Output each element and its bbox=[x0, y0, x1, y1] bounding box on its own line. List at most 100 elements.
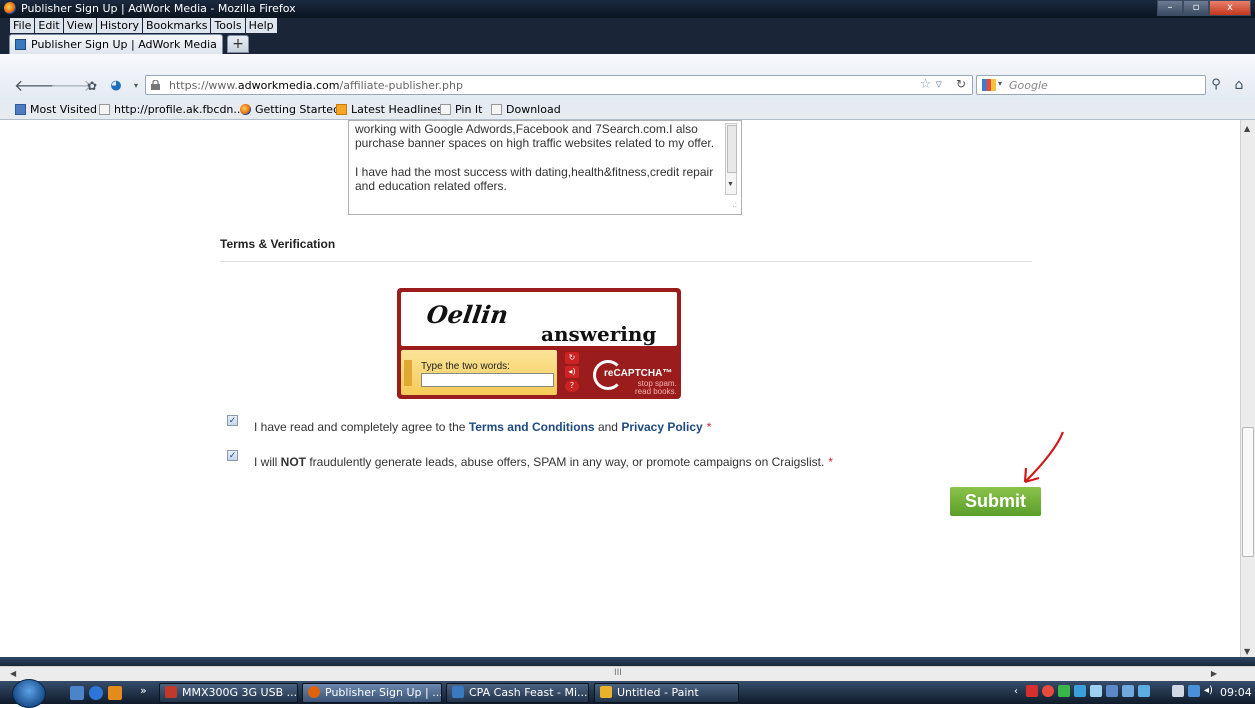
red-arrow-annotation-icon bbox=[1023, 431, 1065, 484]
recaptcha-tagline: stop spam. read books. bbox=[635, 379, 677, 396]
show-desktop-icon[interactable] bbox=[70, 686, 84, 700]
url-text: https://www.adworkmedia.com/affiliate-pu… bbox=[169, 79, 463, 92]
taskbar-item-paint[interactable]: Untitled - Paint bbox=[594, 683, 739, 703]
lock-icon bbox=[151, 80, 160, 90]
url-bar[interactable]: https://www.adworkmedia.com/affiliate-pu… bbox=[145, 75, 973, 95]
menu-tools[interactable]: Tools bbox=[211, 18, 245, 33]
bookmark-pin-icon[interactable]: ✿ bbox=[82, 76, 102, 96]
menu-help[interactable]: Help bbox=[245, 18, 277, 33]
captcha-word-2: answering bbox=[541, 322, 657, 346]
required-marker: * bbox=[828, 455, 833, 469]
search-engine-dropdown-icon[interactable]: ▾ bbox=[998, 79, 1002, 88]
page-icon bbox=[491, 104, 502, 115]
horizontal-scrollbar[interactable]: ◀ III ▶ bbox=[0, 666, 1255, 681]
search-placeholder: Google bbox=[1009, 79, 1048, 92]
submit-button[interactable]: Submit bbox=[950, 487, 1041, 516]
star-icon[interactable]: ☆ ▿ bbox=[920, 77, 942, 92]
captcha-input-panel: Type the two words: bbox=[401, 350, 557, 395]
taskbar-item-firefox[interactable]: Publisher Sign Up | ... bbox=[302, 683, 442, 703]
menu-edit[interactable]: Edit bbox=[35, 18, 63, 33]
media-player-icon[interactable] bbox=[108, 686, 122, 700]
recaptcha-brand: reCAPTCHA™ bbox=[604, 368, 673, 379]
bookmark-fbcdn[interactable]: http://profile.ak.fbcdn... bbox=[99, 103, 244, 116]
windows-taskbar: » MMX300G 3G USB ... Publisher Sign Up |… bbox=[0, 679, 1255, 708]
dropdown-icon[interactable]: ▾ bbox=[126, 76, 146, 96]
reload-icon[interactable]: ↻ bbox=[956, 77, 966, 91]
tray-battery-icon[interactable] bbox=[1172, 685, 1184, 697]
window-title: Publisher Sign Up | AdWork Media - Mozil… bbox=[21, 2, 296, 15]
quick-launch-more-icon[interactable]: » bbox=[140, 684, 147, 697]
window-title-bar: Publisher Sign Up | AdWork Media - Mozil… bbox=[0, 0, 1255, 18]
section-title: Terms & Verification bbox=[220, 237, 336, 251]
resize-grip-icon[interactable]: .: bbox=[733, 198, 737, 212]
firefox-icon bbox=[4, 2, 16, 14]
no-fraud-checkbox[interactable]: ✓ bbox=[227, 450, 238, 461]
help-icon[interactable]: ? bbox=[565, 380, 579, 392]
tab-label: Publisher Sign Up | AdWork Media bbox=[31, 38, 217, 51]
refresh-icon[interactable]: ↻ bbox=[565, 352, 579, 364]
textarea-line: and education related offers. bbox=[355, 179, 507, 193]
app-icon bbox=[165, 686, 177, 698]
google-icon bbox=[982, 79, 996, 91]
promotion-methods-textarea[interactable]: working with Google Adwords,Facebook and… bbox=[348, 120, 742, 215]
new-tab-button[interactable]: + bbox=[227, 35, 249, 53]
textarea-line: purchase banner spaces on high traffic w… bbox=[355, 136, 715, 150]
menu-history[interactable]: History bbox=[96, 18, 142, 33]
privacy-policy-link[interactable]: Privacy Policy bbox=[621, 420, 702, 434]
textarea-scrollbar[interactable]: ▼ bbox=[725, 123, 737, 195]
maximize-button[interactable]: ▫ bbox=[1183, 0, 1209, 16]
bookmark-getting-started[interactable]: Getting Started bbox=[240, 103, 340, 116]
section-divider bbox=[220, 261, 1032, 262]
tray-app-icon[interactable] bbox=[1090, 685, 1102, 697]
tray-network-icon[interactable] bbox=[1188, 685, 1200, 697]
bookmark-latest-headlines[interactable]: Latest Headlines bbox=[336, 103, 443, 116]
taskbar-item-cpa-cash-feast[interactable]: CPA Cash Feast - Mi... bbox=[446, 683, 589, 703]
document-icon bbox=[452, 686, 464, 698]
tray-app-icon[interactable] bbox=[1074, 685, 1086, 697]
menu-bookmarks[interactable]: Bookmarks bbox=[142, 18, 211, 33]
tray-security-icon[interactable] bbox=[1042, 685, 1054, 697]
required-marker: * bbox=[706, 420, 712, 434]
close-button[interactable]: x bbox=[1209, 0, 1251, 16]
bookmark-pin-it[interactable]: Pin It bbox=[440, 103, 482, 116]
menu-view[interactable]: View bbox=[63, 18, 96, 33]
tray-app-icon[interactable] bbox=[1138, 685, 1150, 697]
terms-link[interactable]: Terms and Conditions bbox=[469, 420, 595, 434]
tray-app-icon[interactable] bbox=[1122, 685, 1134, 697]
recaptcha-widget: Oellin answering Type the two words: ↻ ◂… bbox=[397, 288, 681, 399]
tray-app-icon[interactable] bbox=[1058, 685, 1070, 697]
taskbar-item-mmx300g[interactable]: MMX300G 3G USB ... bbox=[159, 683, 298, 703]
bookmarks-toolbar: Most Visited http://profile.ak.fbcdn... … bbox=[0, 100, 1255, 120]
most-visited-icon bbox=[15, 104, 26, 115]
tray-volume-icon[interactable]: ◂) bbox=[1204, 685, 1216, 697]
tray-expand-icon[interactable]: ‹ bbox=[1014, 686, 1026, 698]
search-bar[interactable]: ▾ Google bbox=[976, 75, 1206, 95]
tray-acrobat-icon[interactable] bbox=[1026, 685, 1038, 697]
home-icon[interactable]: ⌂ bbox=[1230, 77, 1248, 93]
captcha-prompt: Type the two words: bbox=[421, 361, 510, 372]
paint-icon bbox=[600, 686, 612, 698]
site-identity-icon[interactable]: ◕ bbox=[106, 76, 126, 96]
menu-file[interactable]: File bbox=[10, 18, 35, 33]
page-content: working with Google Adwords,Facebook and… bbox=[0, 120, 1240, 657]
captcha-input[interactable] bbox=[421, 373, 554, 387]
internet-explorer-icon[interactable] bbox=[89, 686, 103, 700]
audio-icon[interactable]: ◂) bbox=[565, 366, 579, 378]
forward-icon[interactable]: 🡒 bbox=[50, 76, 93, 96]
no-fraud-label: I will NOT fraudulently generate leads, … bbox=[254, 455, 833, 469]
minimize-button[interactable]: – bbox=[1157, 0, 1183, 16]
bookmark-download[interactable]: Download bbox=[491, 103, 561, 116]
taskbar-clock: 09:04 bbox=[1220, 686, 1252, 699]
tray-app-icon[interactable] bbox=[1106, 685, 1118, 697]
textarea-line: working with Google Adwords,Facebook and… bbox=[355, 122, 698, 136]
agree-terms-label: I have read and completely agree to the … bbox=[254, 420, 712, 434]
search-icon[interactable]: ⚲ bbox=[1207, 77, 1225, 93]
agree-terms-checkbox[interactable]: ✓ bbox=[227, 415, 238, 426]
tab-publisher-signup[interactable]: Publisher Sign Up | AdWork Media bbox=[9, 34, 223, 54]
back-icon[interactable]: 🡐 bbox=[14, 76, 57, 96]
vertical-scrollbar[interactable]: ▲ ▼ bbox=[1240, 120, 1255, 658]
bookmark-most-visited[interactable]: Most Visited bbox=[15, 103, 97, 116]
firefox-icon bbox=[308, 686, 320, 698]
tab-bar: Publisher Sign Up | AdWork Media + bbox=[0, 33, 1255, 54]
page-icon bbox=[440, 104, 451, 115]
